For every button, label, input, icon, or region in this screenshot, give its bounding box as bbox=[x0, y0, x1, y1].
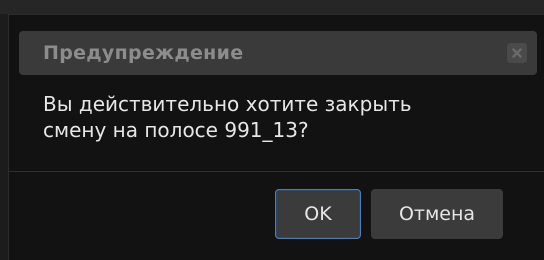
dialog-divider bbox=[9, 171, 544, 172]
dialog-message: Вы действительно хотите закрыть смену на… bbox=[43, 91, 513, 143]
dialog-title: Предупреждение bbox=[43, 42, 244, 64]
close-icon bbox=[512, 48, 522, 58]
cancel-button[interactable]: Отмена bbox=[371, 189, 503, 239]
message-line-2: смену на полосе 991_13? bbox=[43, 118, 309, 142]
backdrop-strip bbox=[0, 0, 544, 14]
message-line-1: Вы действительно хотите закрыть bbox=[43, 92, 412, 116]
ok-button[interactable]: OK bbox=[275, 189, 361, 239]
close-button[interactable] bbox=[507, 43, 527, 63]
dialog-titlebar[interactable]: Предупреждение bbox=[19, 31, 537, 75]
warning-dialog: Предупреждение Вы действительно хотите з… bbox=[8, 14, 544, 260]
